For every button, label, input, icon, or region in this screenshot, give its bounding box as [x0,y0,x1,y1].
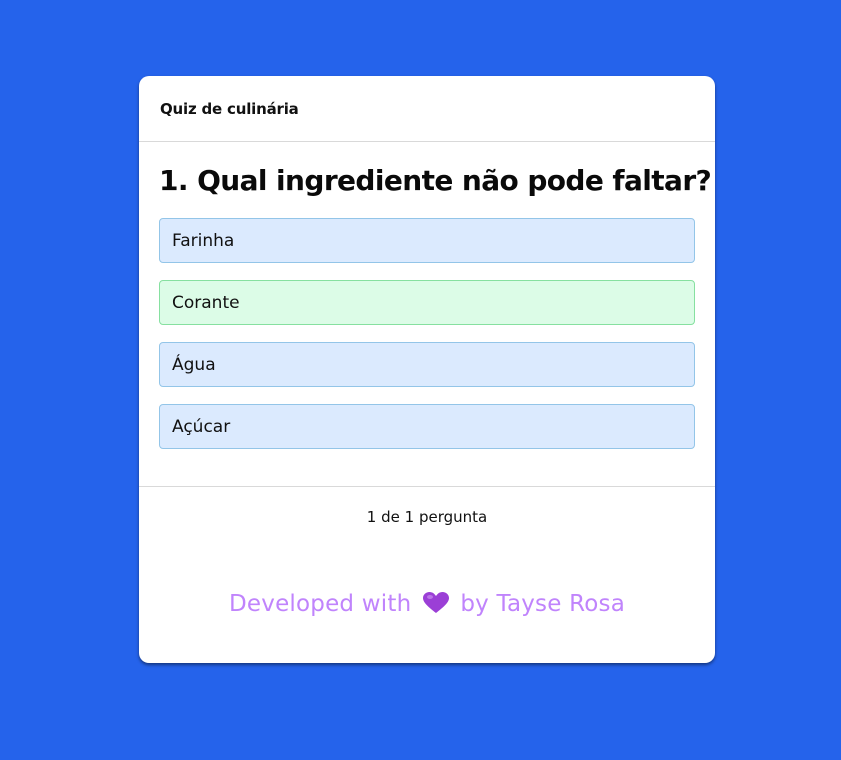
answer-option[interactable]: Açúcar [159,404,695,449]
answer-option-label: Farinha [172,230,235,251]
answer-options: Farinha Corante Água Açúcar [139,218,715,449]
quiz-title: Quiz de culinária [160,99,299,118]
progress-text: 1 de 1 pergunta [366,508,488,526]
purple-heart-icon [422,592,449,613]
developer-credit: Developed with by Tayse Rosa [139,591,715,617]
credit-prefix: Developed with [229,591,412,617]
answer-option-label: Corante [172,292,240,313]
credit-suffix: by Tayse Rosa [460,591,625,617]
answer-option-label: Açúcar [172,416,231,437]
card-header: Quiz de culinária [139,76,715,142]
answer-option[interactable]: Água [159,342,695,387]
question-text: 1. Qual ingrediente não pode faltar? [159,164,712,197]
quiz-card: Quiz de culinária 1. Qual ingrediente nã… [139,76,715,663]
answer-option[interactable]: Farinha [159,218,695,263]
answer-option-correct[interactable]: Corante [159,280,695,325]
footer-divider [139,486,715,487]
answer-option-label: Água [172,354,216,375]
